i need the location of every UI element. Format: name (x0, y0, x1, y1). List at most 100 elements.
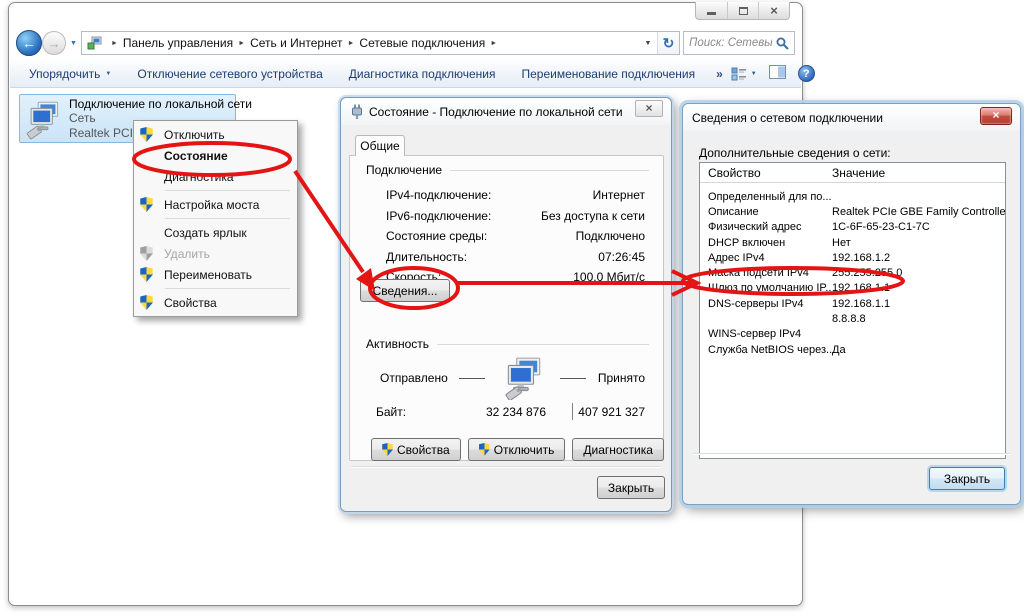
menu-item-label: Отключить (164, 128, 225, 142)
activity-row: Отправлено Принято (380, 356, 645, 400)
menu-item-label: Диагностика (164, 170, 234, 184)
screenshot-canvas: × ← → ▼ ► Панель управления ► Сеть и Инт… (0, 0, 1024, 613)
column-property: Свойство (708, 166, 832, 180)
preview-pane-button[interactable] (769, 65, 786, 82)
menu-item-status[interactable]: Состояние (135, 145, 296, 166)
uac-shield-icon (479, 443, 490, 456)
status-dialog-close-icon-button[interactable]: × (635, 100, 663, 117)
group-title: Активность (366, 337, 429, 351)
connection-group-header: Подключение (366, 163, 649, 177)
uac-shield-icon (140, 295, 153, 310)
property-value: 100.0 Мбит/с (573, 270, 645, 284)
toolbar-disable-device[interactable]: Отключение сетевого устройства (124, 67, 335, 81)
disable-button-label: Отключить (494, 443, 555, 457)
toolbar-overflow-chevron[interactable]: » (708, 67, 731, 81)
menu-item-label: Удалить (164, 247, 210, 261)
command-toolbar: Упорядочить ▼ Отключение сетевого устрой… (10, 60, 801, 88)
disable-button[interactable]: Отключить (468, 438, 566, 461)
details-dialog-titlebar: Сведения о сетевом подключении × (683, 104, 1020, 131)
details-row: DNS-серверы IPv4192.168.1.1 (708, 296, 1005, 311)
help-button[interactable]: ? (798, 65, 815, 82)
breadcrumb-network-connections[interactable]: Сетевые подключения (359, 36, 485, 50)
toolbar-organize[interactable]: Упорядочить ▼ (16, 67, 124, 81)
uac-shield-icon (140, 267, 153, 282)
breadcrumb-network-internet[interactable]: Сеть и Интернет (250, 36, 342, 50)
toolbar-diagnose-label: Диагностика подключения (349, 67, 496, 81)
address-history-dropdown[interactable]: ▼ (639, 32, 657, 54)
status-dialog-buttons: Свойства Отключить Диагностика (371, 438, 664, 461)
property-label: IPv6-подключение: (386, 209, 491, 223)
dialog-title: Состояние - Подключение по локальной сет… (369, 105, 623, 119)
uac-shield-icon (140, 246, 153, 261)
details-list-header: Свойство Значение (700, 163, 1005, 183)
forward-button[interactable]: → (42, 31, 66, 55)
address-bar[interactable]: ► Панель управления ► Сеть и Интернет ► … (81, 31, 680, 55)
view-options-button[interactable]: ▼ (731, 67, 757, 81)
details-dialog-close-button[interactable]: Закрыть (929, 467, 1005, 490)
chevron-down-icon: ▼ (751, 71, 757, 77)
breadcrumb-separator-icon: ► (233, 40, 250, 47)
property-row: Длительность: 07:26:45 (386, 247, 645, 268)
dash-line (560, 378, 586, 379)
refresh-button[interactable]: ↻ (657, 32, 679, 54)
toolbar-disable-label: Отключение сетевого устройства (137, 67, 322, 81)
details-dialog: Сведения о сетевом подключении × Дополни… (682, 103, 1021, 505)
breadcrumb-control-panel[interactable]: Панель управления (123, 36, 233, 50)
tab-general[interactable]: Общие (355, 135, 405, 156)
back-button[interactable]: ← (16, 30, 42, 56)
dialog-separator (693, 453, 1010, 454)
property-label: Состояние среды: (386, 229, 487, 243)
property-value: Подключено (576, 229, 645, 243)
maximize-button[interactable] (727, 2, 758, 19)
dash-line (459, 378, 485, 379)
close-window-button[interactable]: × (758, 2, 789, 19)
menu-item-label: Состояние (164, 149, 228, 163)
property-value: Без доступа к сети (541, 209, 645, 223)
toolbar-diagnose-connection[interactable]: Диагностика подключения (336, 67, 509, 81)
details-row: Физический адрес1C-6F-65-23-C1-7C (708, 220, 1005, 235)
search-icon (776, 37, 789, 50)
back-icon: ← (22, 35, 36, 51)
menu-item-label: Настройка моста (164, 198, 259, 212)
search-placeholder: Поиск: Сетевы... (689, 37, 772, 49)
connection-properties: IPv4-подключение: Интернет IPv6-подключе… (386, 185, 645, 288)
details-dialog-close-icon-button[interactable]: × (980, 107, 1012, 125)
sent-label: Отправлено (380, 371, 448, 385)
status-dialog-close-button[interactable]: Закрыть (597, 476, 665, 499)
search-input[interactable]: Поиск: Сетевы... (683, 31, 795, 55)
menu-item-create-shortcut[interactable]: Создать ярлык (135, 222, 296, 243)
column-value: Значение (832, 166, 1005, 180)
breadcrumb-separator-icon: ► (342, 40, 359, 47)
recent-pages-dropdown[interactable]: ▼ (69, 40, 78, 47)
menu-item-disconnect[interactable]: Отключить (135, 124, 296, 145)
details-row: WINS-сервер IPv4 (708, 327, 1005, 342)
details-rows: Определенный для по... ОписаниеRealtek P… (700, 183, 1005, 357)
details-row-gateway: Шлюз по умолчанию IP...192.168.1.1 (708, 281, 1005, 296)
menu-item-label: Создать ярлык (164, 226, 247, 240)
toolbar-rename-label: Переименование подключения (521, 67, 695, 81)
general-tab-page: Подключение IPv4-подключение: Интернет I… (349, 155, 664, 461)
address-row: ← → ▼ ► Панель управления ► Сеть и Интер… (16, 28, 795, 58)
details-list[interactable]: Свойство Значение Определенный для по...… (699, 162, 1006, 459)
details-row: DHCP включенНет (708, 235, 1005, 250)
properties-button[interactable]: Свойства (371, 438, 461, 461)
menu-item-bridge[interactable]: Настройка моста (135, 194, 296, 215)
breadcrumb-separator-icon: ► (106, 40, 123, 47)
details-row: Определенный для по... (708, 189, 1005, 204)
computer-icon (497, 356, 549, 400)
toolbar-rename-connection[interactable]: Переименование подключения (508, 67, 708, 81)
dialog-title: Сведения о сетевом подключении (692, 111, 883, 125)
menu-item-rename[interactable]: Переименовать (135, 264, 296, 285)
diagnose-button[interactable]: Диагностика (572, 438, 664, 461)
menu-item-label: Свойства (164, 296, 217, 310)
menu-item-delete: Удалить (135, 243, 296, 264)
details-button[interactable]: Сведения... (360, 279, 450, 302)
menu-item-properties[interactable]: Свойства (135, 292, 296, 313)
bytes-sent-value: 32 234 876 (412, 405, 546, 419)
menu-item-diagnose[interactable]: Диагностика (135, 166, 296, 187)
minimize-icon (707, 12, 716, 15)
details-row: Маска подсети IPv4255.255.255.0 (708, 265, 1005, 280)
minimize-button[interactable] (696, 2, 727, 19)
forward-icon: → (48, 36, 61, 51)
property-row: IPv6-подключение: Без доступа к сети (386, 206, 645, 227)
